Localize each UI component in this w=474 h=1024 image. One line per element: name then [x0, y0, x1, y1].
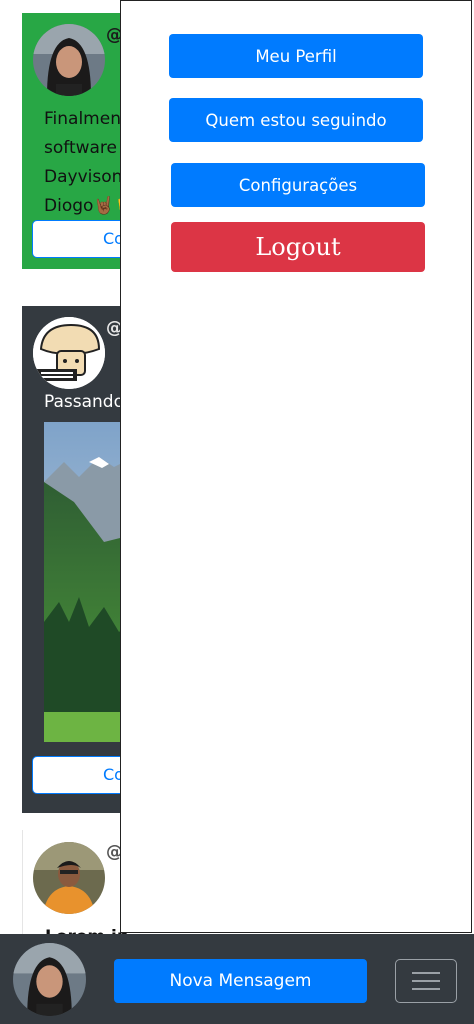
avatar[interactable] — [33, 317, 105, 389]
menu-toggle-button[interactable] — [395, 959, 457, 1003]
comment-button[interactable]: Co — [32, 756, 132, 794]
post-card: @ Passando Co — [22, 306, 132, 813]
post-text: Finalmen software Dayvison Diogo🤘🏾🤘 — [44, 109, 132, 216]
side-menu: Meu Perfil Quem estou seguindo Configura… — [120, 0, 472, 933]
avatar[interactable] — [33, 842, 105, 914]
post-card: @ Lorem ip — [22, 830, 133, 940]
comment-button[interactable]: Co — [32, 220, 132, 258]
logout-button[interactable]: Logout — [171, 222, 425, 272]
new-message-button[interactable]: Nova Mensagem — [114, 959, 367, 1003]
following-button[interactable]: Quem estou seguindo — [169, 98, 423, 142]
post-text: Passando — [44, 392, 125, 412]
post-image[interactable] — [44, 422, 132, 742]
avatar[interactable] — [33, 24, 105, 96]
settings-button[interactable]: Configurações — [171, 163, 425, 207]
post-card: @ Finalmen software Dayvison Diogo🤘🏾🤘 Co — [22, 13, 132, 269]
bottom-bar: Nova Mensagem — [0, 934, 474, 1024]
user-avatar[interactable] — [13, 943, 86, 1016]
hamburger-icon — [412, 972, 440, 974]
profile-button[interactable]: Meu Perfil — [169, 34, 423, 78]
